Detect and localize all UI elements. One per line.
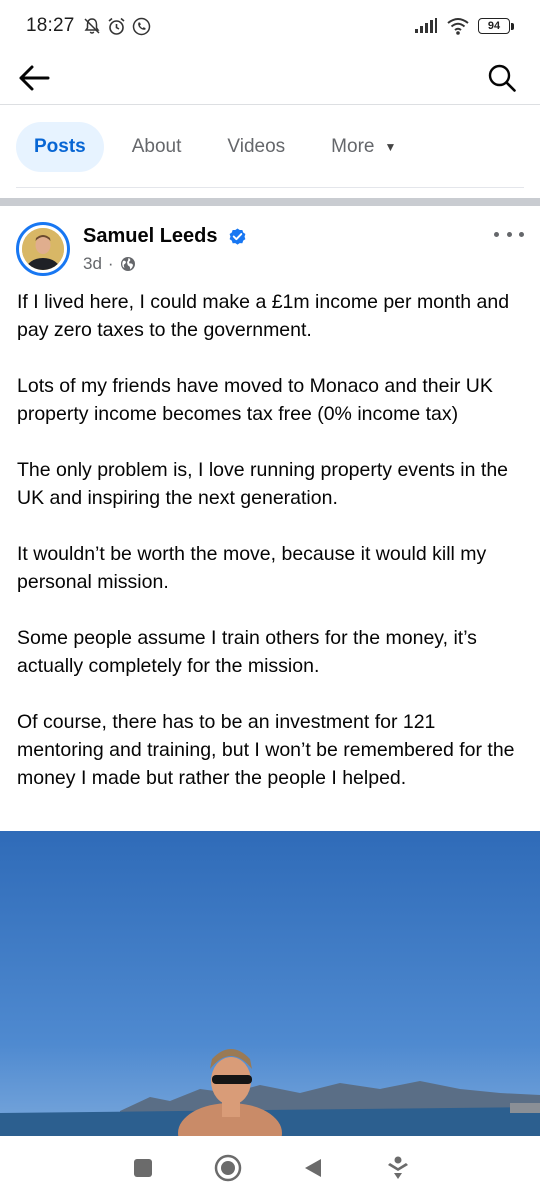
post-paragraph: The only problem is, I love running prop…	[17, 459, 509, 509]
top-nav	[0, 52, 540, 104]
post-text: If I lived here, I could make a £1m inco…	[17, 288, 527, 820]
dot-icon	[519, 231, 524, 237]
avatar-photo	[22, 228, 64, 270]
status-time: 18:27	[26, 15, 75, 36]
nav-divider	[0, 104, 540, 105]
tab-videos-label: Videos	[227, 136, 286, 157]
battery-tip	[511, 22, 514, 30]
status-notification-icons	[83, 17, 151, 36]
arrow-left-icon	[19, 65, 50, 91]
status-left: 18:27	[26, 15, 151, 37]
battery-indicator: 94	[478, 18, 514, 34]
status-right: 94	[414, 17, 514, 35]
recents-button[interactable]	[119, 1144, 167, 1192]
caret-down-icon: ▼	[384, 140, 397, 154]
tabs-divider	[16, 187, 524, 188]
post-paragraph: Lots of my friends have moved to Monaco …	[17, 375, 493, 425]
beach-photo	[0, 831, 540, 1136]
avatar[interactable]	[16, 222, 70, 276]
meta-separator: ·	[107, 254, 114, 273]
back-triangle-icon	[304, 1159, 321, 1177]
dot-icon	[494, 231, 499, 237]
search-button[interactable]	[482, 58, 522, 98]
tab-posts-label: Posts	[34, 136, 86, 157]
home-button[interactable]	[204, 1144, 252, 1192]
accessibility-icon	[387, 1156, 408, 1179]
call-icon	[132, 17, 150, 35]
post-paragraph: Of course, there has to be an investment…	[17, 711, 515, 789]
square-icon	[133, 1159, 152, 1177]
tab-about[interactable]: About	[114, 122, 200, 172]
post-photo[interactable]	[0, 831, 540, 1136]
globe-icon	[120, 257, 135, 271]
back-button[interactable]	[14, 58, 54, 98]
back-nav-button[interactable]	[289, 1144, 337, 1192]
tab-videos[interactable]: Videos	[209, 122, 303, 172]
tab-more-label: More	[331, 136, 375, 157]
bell-off-icon	[84, 18, 100, 34]
profile-tabs: Posts About Videos More ▼	[0, 120, 540, 174]
tab-posts[interactable]: Posts	[16, 122, 104, 172]
home-circle-icon	[214, 1154, 241, 1182]
post-paragraph: Some people assume I train others for th…	[17, 627, 477, 677]
dot-icon	[506, 231, 512, 237]
feed-separator	[0, 198, 540, 206]
system-nav-bar	[0, 1136, 540, 1200]
tab-about-label: About	[131, 136, 182, 157]
battery-level: 94	[478, 18, 510, 34]
author-name[interactable]: Samuel Leeds	[83, 225, 218, 248]
post-paragraph: It wouldn’t be worth the move, because i…	[17, 543, 487, 593]
wifi-icon	[447, 18, 469, 35]
post-header: Samuel Leeds 3d ·	[0, 206, 540, 286]
alarm-icon	[108, 17, 125, 35]
status-bar: 18:27 94	[0, 0, 540, 52]
search-icon	[488, 64, 516, 92]
more-options-button[interactable]	[494, 224, 524, 244]
post-meta: 3d ·	[83, 254, 136, 274]
signal-icon	[415, 18, 437, 33]
post-paragraph: If I lived here, I could make a £1m inco…	[17, 291, 510, 341]
tab-more[interactable]: More ▼	[313, 122, 414, 172]
post-time[interactable]: 3d	[83, 254, 102, 274]
accessibility-button[interactable]	[374, 1144, 422, 1192]
verified-badge-icon	[229, 228, 246, 245]
